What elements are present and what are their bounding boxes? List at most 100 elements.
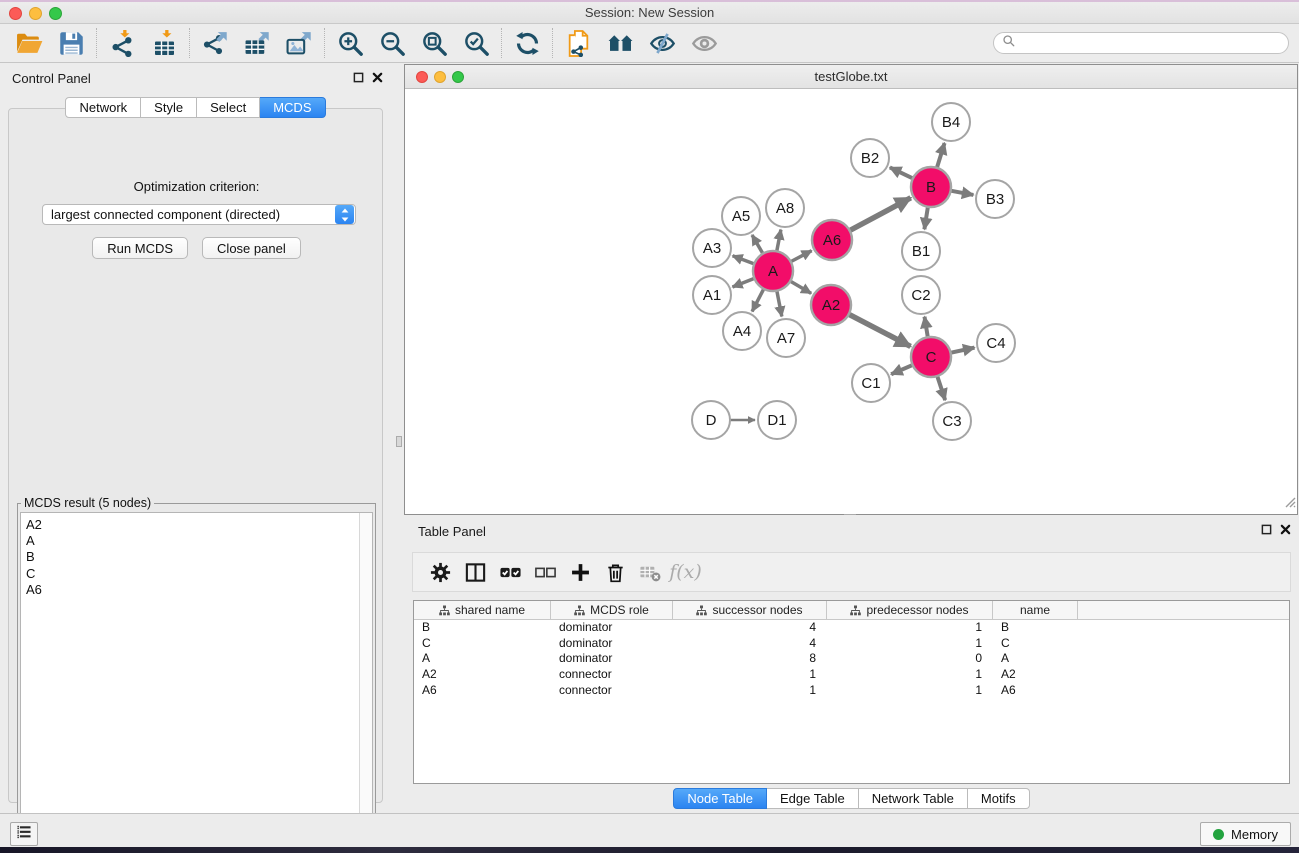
toolbar-separator: [324, 28, 325, 58]
optimization-criterion-dropdown[interactable]: largest connected component (directed): [42, 204, 356, 225]
home-icon[interactable]: [599, 27, 641, 59]
graph-edge-C-C4[interactable]: [949, 348, 975, 354]
graph-edge-A-A8[interactable]: [776, 230, 781, 254]
delete-table-icon[interactable]: [633, 555, 668, 589]
graph-node-label: A8: [776, 200, 794, 217]
column-header-shared-name[interactable]: shared name: [414, 601, 551, 619]
clone-network-icon[interactable]: [557, 27, 599, 59]
graph-edge-A-A2[interactable]: [789, 280, 812, 293]
graph-edge-A-A7[interactable]: [776, 289, 781, 317]
close-panel-icon[interactable]: [372, 72, 383, 83]
mcds-result-item[interactable]: A2: [21, 513, 372, 533]
column-header-name[interactable]: name: [993, 601, 1078, 619]
add-column-icon[interactable]: [563, 555, 598, 589]
table-row[interactable]: A6connector11A6: [414, 683, 1289, 699]
resize-grip-icon[interactable]: [1283, 495, 1296, 513]
import-table-icon[interactable]: [143, 27, 185, 59]
open-session-icon[interactable]: [8, 27, 50, 59]
table-cell: 8: [673, 651, 827, 667]
table-row[interactable]: Bdominator41B: [414, 620, 1289, 636]
graph-edge-A-A3[interactable]: [733, 256, 757, 265]
tab-node-table[interactable]: Node Table: [673, 788, 767, 809]
tab-network[interactable]: Network: [65, 97, 141, 118]
float-panel-icon[interactable]: [1261, 524, 1272, 535]
columns-icon[interactable]: [458, 555, 493, 589]
tab-select[interactable]: Select: [197, 97, 260, 118]
network-canvas[interactable]: AA1A2A3A4A5A6A7A8BB1B2B3B4CC1C2C3C4DD1: [405, 89, 1297, 514]
column-header-MCDS-role[interactable]: MCDS role: [551, 601, 673, 619]
table-toolbar: f(x): [412, 552, 1291, 592]
minimize-window-button[interactable]: [29, 7, 42, 20]
table-cell: A6: [414, 683, 551, 699]
column-header-predecessor-nodes[interactable]: predecessor nodes: [827, 601, 993, 619]
task-history-button[interactable]: [10, 822, 38, 846]
toggle-visibility-icon[interactable]: [641, 27, 683, 59]
select-all-icon[interactable]: [493, 555, 528, 589]
result-scrollbar[interactable]: [359, 513, 372, 839]
table-row[interactable]: Cdominator41C: [414, 636, 1289, 652]
titlebar: Session: New Session: [0, 0, 1299, 24]
search-icon: [1002, 34, 1016, 53]
maximize-window-button[interactable]: [49, 7, 62, 20]
close-panel-button[interactable]: Close panel: [202, 237, 301, 259]
table-cell: connector: [551, 683, 673, 699]
graph-edge-B-B3[interactable]: [949, 190, 974, 195]
graph-edge-C-C1[interactable]: [891, 364, 914, 374]
graph-edge-A-A5[interactable]: [752, 235, 764, 255]
export-image-icon[interactable]: [278, 27, 320, 59]
graph-edge-A-A4[interactable]: [752, 287, 765, 311]
mcds-result-item[interactable]: A6: [21, 582, 372, 598]
graph-edge-A-A6[interactable]: [789, 251, 812, 263]
export-table-icon[interactable]: [236, 27, 278, 59]
gear-icon[interactable]: [423, 555, 458, 589]
memory-button[interactable]: Memory: [1200, 822, 1291, 846]
mcds-result-item[interactable]: C: [21, 566, 372, 582]
table-cell: 1: [673, 683, 827, 699]
deselect-all-icon[interactable]: [528, 555, 563, 589]
tab-mcds[interactable]: MCDS: [260, 97, 325, 118]
mcds-result-item[interactable]: A: [21, 533, 372, 549]
graph-edge-A6-B[interactable]: [848, 198, 911, 232]
table-row[interactable]: A2connector11A2: [414, 667, 1289, 683]
search-input[interactable]: [1016, 36, 1288, 50]
column-header-label: name: [1020, 603, 1050, 617]
close-panel-icon[interactable]: [1280, 524, 1291, 535]
graph-node-label: B4: [942, 114, 960, 131]
close-network-button[interactable]: [416, 71, 428, 83]
export-network-icon[interactable]: [194, 27, 236, 59]
search-box[interactable]: [993, 32, 1289, 54]
column-header-successor-nodes[interactable]: successor nodes: [673, 601, 827, 619]
zoom-fit-icon[interactable]: [413, 27, 455, 59]
float-panel-icon[interactable]: [353, 72, 364, 83]
graph-edge-B-B2[interactable]: [890, 167, 915, 179]
vertical-splitter-grip[interactable]: [396, 436, 402, 447]
delete-column-icon[interactable]: [598, 555, 633, 589]
tab-motifs[interactable]: Motifs: [968, 788, 1030, 809]
table-row[interactable]: Adominator80A: [414, 651, 1289, 667]
run-mcds-button[interactable]: Run MCDS: [92, 237, 188, 259]
graph-node-label: D1: [767, 412, 786, 429]
maximize-network-button[interactable]: [452, 71, 464, 83]
tab-network-table[interactable]: Network Table: [859, 788, 968, 809]
zoom-out-icon[interactable]: [371, 27, 413, 59]
minimize-network-button[interactable]: [434, 71, 446, 83]
zoom-selected-icon[interactable]: [455, 27, 497, 59]
refresh-icon[interactable]: [506, 27, 548, 59]
column-header-label: MCDS role: [590, 603, 649, 617]
fx-icon[interactable]: f(x): [668, 555, 703, 589]
graph-edge-C-C2[interactable]: [925, 317, 929, 340]
graph-nodes: AA1A2A3A4A5A6A7A8BB1B2B3B4CC1C2C3C4DD1: [692, 103, 1015, 440]
tab-edge-table[interactable]: Edge Table: [767, 788, 859, 809]
import-network-icon[interactable]: [101, 27, 143, 59]
close-window-button[interactable]: [9, 7, 22, 20]
graph-edge-A-A1[interactable]: [732, 278, 756, 287]
tab-style[interactable]: Style: [141, 97, 197, 118]
graph-edge-B-B4[interactable]: [936, 143, 944, 170]
graph-edge-C-C3[interactable]: [937, 374, 946, 400]
graph-edge-B-B1[interactable]: [924, 205, 928, 229]
mcds-result-item[interactable]: B: [21, 549, 372, 565]
zoom-in-icon[interactable]: [329, 27, 371, 59]
save-session-icon[interactable]: [50, 27, 92, 59]
eye-icon[interactable]: [683, 27, 725, 59]
graph-edge-A2-C[interactable]: [847, 313, 911, 346]
